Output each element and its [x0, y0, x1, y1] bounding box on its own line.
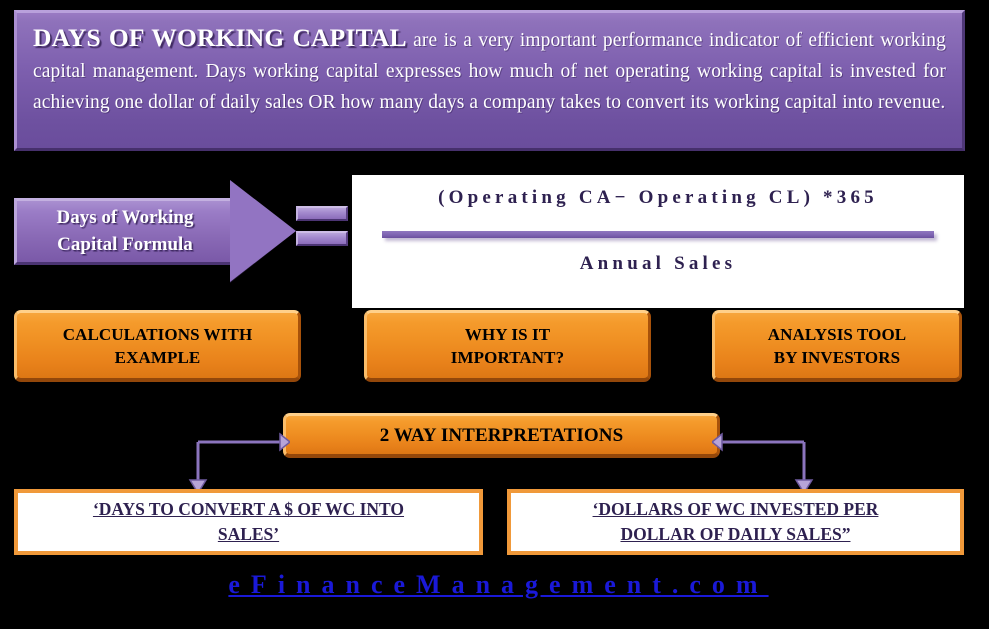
interpretation-right-line1: ‘DOLLARS OF WC INVESTED PER	[592, 499, 879, 519]
interpretation-left-line1: ‘DAYS TO CONVERT A $ OF WC INTO	[92, 499, 405, 519]
formula-division-bar	[382, 231, 934, 238]
equals-bar-bottom	[296, 231, 348, 246]
footer-brand-text[interactable]: eFinanceManagement.com	[220, 570, 768, 600]
infographic-canvas: DAYS OF WORKING CAPITAL are is a very im…	[0, 0, 989, 629]
topic-label-line1: WHY IS IT	[464, 324, 551, 344]
topic-box-why-important[interactable]: WHY IS IT IMPORTANT?	[364, 310, 651, 382]
topic-box-calculations[interactable]: CALCULATIONS WITH EXAMPLE	[14, 310, 301, 382]
topic-label-line2: IMPORTANT?	[450, 347, 565, 367]
topic-box-calculations-label: CALCULATIONS WITH EXAMPLE	[63, 323, 253, 369]
topic-label-line1: ANALYSIS TOOL	[767, 324, 907, 344]
formula-denominator: Annual Sales	[579, 253, 737, 274]
equals-icon	[296, 206, 348, 248]
topic-box-analysis-tool-label: ANALYSIS TOOL BY INVESTORS	[768, 323, 906, 369]
connector-arrow-left	[188, 432, 290, 495]
topic-label-line2: BY INVESTORS	[773, 347, 901, 367]
footer-brand: eFinanceManagement.com	[0, 570, 989, 600]
equals-bar-top	[296, 206, 348, 221]
formula-arrow-label-line1: Days of Working	[56, 207, 194, 228]
interpretation-right-line2: DOLLAR OF DAILY SALES”	[620, 524, 851, 544]
formula-arrow-label: Days of Working Capital Formula	[20, 204, 230, 258]
connector-arrow-right	[712, 432, 814, 495]
formula-numerator: (Operating CA− Operating CL) *365	[438, 187, 878, 208]
topic-box-why-important-label: WHY IS IT IMPORTANT?	[451, 323, 564, 369]
interpretation-box-left[interactable]: ‘DAYS TO CONVERT A $ OF WC INTO SALES’	[14, 489, 483, 555]
topic-box-analysis-tool[interactable]: ANALYSIS TOOL BY INVESTORS	[712, 310, 962, 382]
interpretation-left-line2: SALES’	[217, 524, 280, 544]
arrow-head-icon	[230, 180, 296, 282]
header-title: DAYS OF WORKING CAPITAL	[33, 23, 407, 52]
topic-label-line1: CALCULATIONS WITH	[62, 324, 253, 344]
interpretation-left-label: ‘DAYS TO CONVERT A $ OF WC INTO SALES’	[93, 497, 404, 547]
formula-box: (Operating CA− Operating CL) *365 Annual…	[352, 175, 964, 308]
interpretation-right-label: ‘DOLLARS OF WC INVESTED PER DOLLAR OF DA…	[593, 497, 879, 547]
formula-arrow: Days of Working Capital Formula	[14, 180, 304, 283]
header-panel: DAYS OF WORKING CAPITAL are is a very im…	[14, 10, 965, 151]
two-way-interpretations-label: 2 WAY INTERPRETATIONS	[379, 424, 624, 446]
topic-label-line2: EXAMPLE	[114, 347, 201, 367]
two-way-interpretations-box[interactable]: 2 WAY INTERPRETATIONS	[283, 413, 720, 458]
formula-arrow-label-line2: Capital Formula	[57, 234, 193, 255]
header-paragraph: DAYS OF WORKING CAPITAL are is a very im…	[33, 22, 946, 118]
interpretation-box-right[interactable]: ‘DOLLARS OF WC INVESTED PER DOLLAR OF DA…	[507, 489, 964, 555]
